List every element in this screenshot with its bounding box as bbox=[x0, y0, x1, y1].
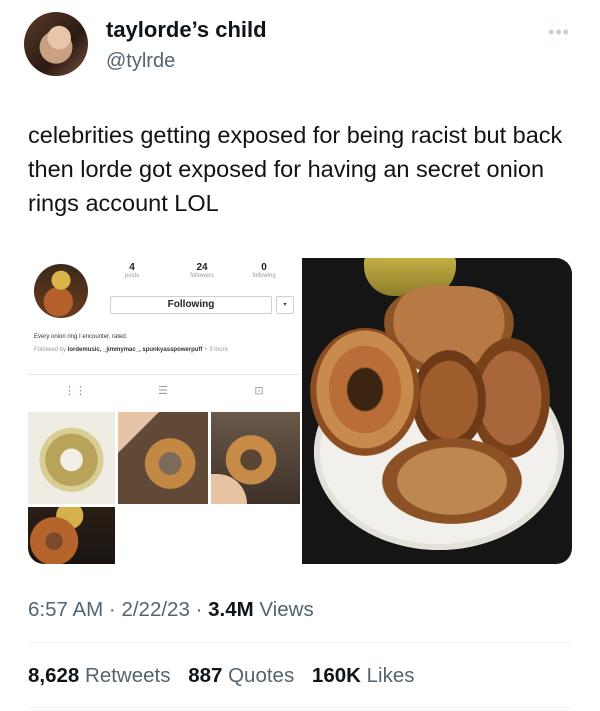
tweet-time[interactable]: 6:57 AM bbox=[28, 598, 103, 621]
ig-post-thumbnail bbox=[211, 412, 300, 504]
ig-following-button: Following bbox=[110, 296, 272, 314]
ig-followed-by: Followed by lordemusic, _jimmymac_, spun… bbox=[34, 347, 228, 353]
onion-ring bbox=[412, 350, 486, 450]
grid-icon: ⋮⋮ bbox=[64, 385, 86, 397]
likes-link[interactable]: 160K Likes bbox=[312, 664, 415, 687]
author-display-name[interactable]: taylorde’s child bbox=[106, 17, 267, 43]
tweet-date[interactable]: 2/22/23 bbox=[121, 598, 189, 621]
ig-post-thumbnail bbox=[28, 507, 115, 564]
tweet-timestamp-views: 6:57 AM · 2/22/23 · 3.4M Views bbox=[28, 598, 314, 621]
tweet-text: celebrities getting exposed for being ra… bbox=[28, 122, 563, 216]
list-icon: ☰ bbox=[158, 385, 168, 397]
views-label: Views bbox=[259, 598, 314, 621]
author-handle[interactable]: @tylrde bbox=[106, 50, 175, 73]
onion-rings-photo[interactable] bbox=[302, 258, 572, 564]
more-horizontal-icon[interactable]: ••• bbox=[544, 22, 574, 42]
ig-bio: Every onion ring I encounter, rated. bbox=[34, 334, 128, 340]
ig-post-thumbnail bbox=[118, 412, 208, 504]
author-avatar[interactable] bbox=[24, 12, 88, 76]
ig-divider bbox=[28, 374, 300, 375]
onion-ring bbox=[382, 438, 522, 524]
ig-stat-following: 0 following bbox=[252, 262, 276, 279]
chevron-down-icon: ▾ bbox=[276, 296, 294, 314]
onion-ring bbox=[310, 328, 420, 456]
ig-profile-avatar bbox=[34, 264, 88, 318]
ig-stat-followers: 24 followers bbox=[190, 262, 214, 279]
tweet-media[interactable]: 4 posts 24 followers 0 following Followi… bbox=[28, 258, 572, 564]
views-count: 3.4M bbox=[208, 598, 254, 621]
ig-stat-posts: 4 posts bbox=[124, 262, 140, 279]
quotes-link[interactable]: 887 Quotes bbox=[188, 664, 300, 687]
divider bbox=[28, 707, 572, 708]
instagram-profile-screenshot[interactable]: 4 posts 24 followers 0 following Followi… bbox=[28, 258, 300, 564]
retweets-link[interactable]: 8,628 Retweets bbox=[28, 664, 176, 687]
ig-post-thumbnail bbox=[28, 412, 115, 504]
tagged-icon: ⊡ bbox=[254, 385, 264, 397]
divider bbox=[28, 642, 572, 643]
engagement-stats: 8,628 Retweets 887 Quotes 160K Likes bbox=[28, 664, 427, 688]
